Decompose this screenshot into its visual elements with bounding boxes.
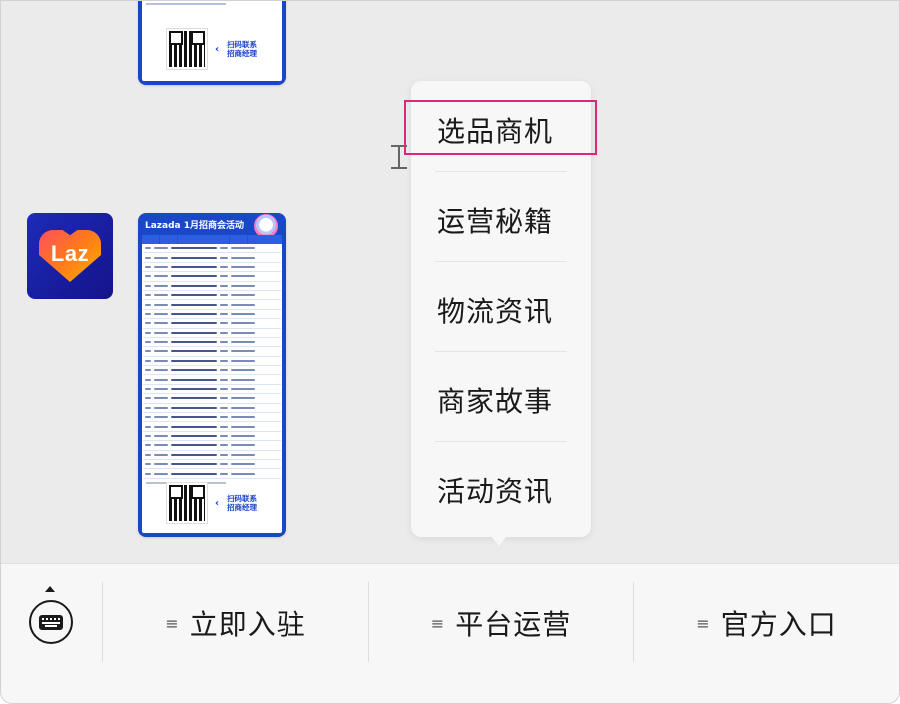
table-row bbox=[143, 300, 281, 310]
lazada-avatar[interactable]: Laz bbox=[27, 213, 113, 299]
table-row bbox=[143, 272, 281, 282]
menu-divider bbox=[435, 351, 567, 352]
menu-item-label: 运营秘籍 bbox=[437, 205, 554, 238]
qr-block: ‹ 扫码联系 招商经理 bbox=[142, 482, 282, 524]
menu-item-events[interactable]: 活动资讯 bbox=[411, 445, 591, 535]
table-row bbox=[143, 404, 281, 414]
tab-label: 官方入口 bbox=[720, 608, 837, 641]
tab-label: 立即入驻 bbox=[189, 608, 306, 641]
poster-sheet: ‹ 扫码联系 招商经理 bbox=[142, 235, 282, 533]
menu-icon: ≡ bbox=[696, 613, 711, 633]
poster-image[interactable]: Lazada 1月招商会活动 ‹ 扫码联系 招商经理 bbox=[138, 213, 286, 537]
poster-table-header bbox=[142, 235, 282, 244]
menu-item-label: 商家故事 bbox=[437, 385, 554, 418]
table-row bbox=[143, 319, 281, 329]
bottom-menu-bar: ≡ 立即入驻 ≡ 平台运营 ≡ 官方入口 bbox=[1, 563, 899, 703]
table-row bbox=[143, 329, 281, 338]
qr-label: 扫码联系 招商经理 bbox=[227, 40, 258, 58]
table-row bbox=[143, 366, 281, 376]
table-row bbox=[143, 347, 281, 357]
menu-divider bbox=[435, 171, 567, 172]
table-row bbox=[143, 357, 281, 367]
tab-join-now[interactable]: ≡ 立即入驻 bbox=[103, 564, 368, 682]
keyboard-icon[interactable] bbox=[29, 600, 73, 644]
table-row bbox=[143, 451, 281, 460]
table-row bbox=[143, 244, 281, 254]
table-row bbox=[143, 394, 281, 404]
table-row bbox=[143, 469, 281, 479]
chat-window: ‹ 扫码联系 招商经理 Laz Lazada 1月招商会活动 ‹ 扫码联系 招商… bbox=[0, 0, 900, 704]
tab-official-entry[interactable]: ≡ 官方入口 bbox=[634, 564, 899, 682]
table-row bbox=[143, 460, 281, 470]
menu-divider bbox=[435, 261, 567, 262]
poster-table bbox=[142, 244, 282, 479]
menu-icon: ≡ bbox=[165, 613, 180, 633]
table-row bbox=[143, 413, 281, 423]
menu-item-logistics[interactable]: 物流资讯 bbox=[411, 265, 591, 355]
menu-item-label: 活动资讯 bbox=[437, 475, 554, 508]
menu-item-operations[interactable]: 运营秘籍 bbox=[411, 175, 591, 265]
poster-header: Lazada 1月招商会活动 bbox=[138, 213, 286, 238]
lazada-logo: Laz bbox=[39, 230, 101, 282]
poster-sheet: ‹ 扫码联系 招商经理 bbox=[142, 1, 282, 81]
qr-code bbox=[165, 482, 208, 524]
table-row bbox=[143, 253, 281, 263]
chat-area: ‹ 扫码联系 招商经理 Laz Lazada 1月招商会活动 ‹ 扫码联系 招商… bbox=[1, 1, 899, 563]
poster-title: Lazada 1月招商会活动 bbox=[145, 221, 245, 231]
table-row bbox=[143, 263, 281, 273]
table-row bbox=[143, 310, 281, 320]
table-row bbox=[143, 291, 281, 301]
menu-divider bbox=[435, 441, 567, 442]
table-row bbox=[143, 441, 281, 451]
qr-block: ‹ 扫码联系 招商经理 bbox=[142, 28, 282, 70]
menu-icon: ≡ bbox=[430, 613, 446, 633]
table-row bbox=[143, 375, 281, 385]
menu-item-label: 物流资讯 bbox=[437, 295, 554, 328]
chevron-left-icon: ‹ bbox=[214, 497, 220, 509]
highlight-box bbox=[404, 100, 597, 155]
menu-item-stories[interactable]: 商家故事 bbox=[411, 355, 591, 445]
table-row bbox=[143, 432, 281, 442]
qr-code bbox=[165, 28, 208, 70]
tab-label: 平台运营 bbox=[455, 608, 572, 641]
table-row bbox=[143, 385, 281, 395]
popup-pointer bbox=[491, 536, 507, 546]
tab-platform-operations[interactable]: ≡ 平台运营 bbox=[369, 564, 633, 682]
table-row bbox=[143, 422, 281, 432]
poster-note bbox=[146, 3, 226, 6]
poster-image-previous[interactable]: ‹ 扫码联系 招商经理 bbox=[138, 1, 286, 85]
chevron-left-icon: ‹ bbox=[214, 43, 220, 55]
qr-label: 扫码联系 招商经理 bbox=[227, 494, 258, 512]
lazada-logo-text: Laz bbox=[50, 241, 90, 266]
table-row bbox=[143, 282, 281, 291]
caret-up-icon bbox=[45, 586, 55, 592]
table-row bbox=[143, 338, 281, 348]
